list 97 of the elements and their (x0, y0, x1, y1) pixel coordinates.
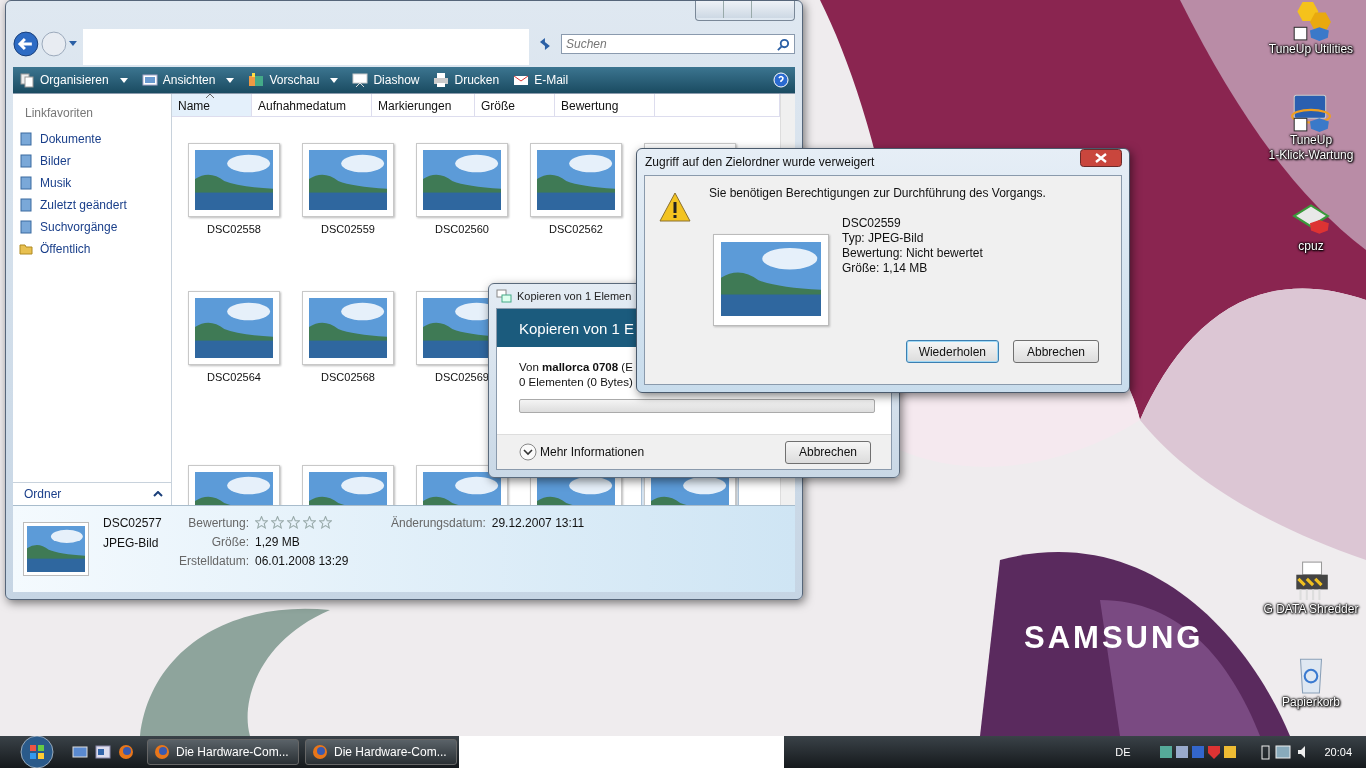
file-name: DSC02558 (207, 223, 261, 235)
document-icon (19, 154, 33, 168)
file-name: DSC02559 (321, 223, 375, 235)
desktop-shortcut[interactable]: cpuz (1258, 197, 1364, 254)
favorite-link[interactable]: Musik (13, 172, 171, 194)
file-item[interactable]: DSC02558 (185, 139, 283, 239)
file-name: DSC02568 (321, 371, 375, 383)
warning-icon (659, 192, 691, 222)
dialog-heading: Kopieren von 1 E (519, 319, 635, 337)
toolbar-button[interactable]: Diashow (352, 72, 420, 88)
file-item[interactable]: DSC02559 (299, 139, 397, 239)
preview-icon (248, 72, 265, 88)
file-item[interactable]: DSC02562 (527, 139, 625, 239)
column-header[interactable]: Größe (475, 94, 555, 116)
cancel-button[interactable]: Abbrechen (785, 440, 871, 464)
globe-icon[interactable] (118, 744, 134, 760)
caret-icon (119, 77, 128, 83)
search-icon (777, 38, 790, 51)
source-text: Von mallorca 0708 (E (519, 361, 634, 373)
photo-thumbnail (23, 522, 89, 576)
field-label: Änderungsdatum: (391, 516, 486, 530)
toolbar-button[interactable]: Organisieren (19, 72, 128, 88)
close-button[interactable] (1080, 149, 1122, 167)
file-name: DSC02562 (549, 223, 603, 235)
field-label: Bewertung: (187, 516, 249, 530)
file-property: Bewertung: Nicht bewertet (842, 246, 983, 261)
favorite-link[interactable]: Suchvorgänge (13, 216, 171, 238)
language-indicator[interactable]: DE (1115, 746, 1131, 758)
caret-icon (226, 77, 235, 83)
column-header[interactable]: Bewertung (555, 94, 655, 116)
pages-icon (19, 72, 35, 88)
document-icon (19, 198, 33, 212)
start-button[interactable] (20, 735, 54, 768)
file-name: DSC02564 (207, 371, 261, 383)
shortcut-label: TuneUp Utilities (1267, 42, 1355, 57)
field-value: 1,29 MB (255, 535, 301, 549)
desktop-shortcut[interactable]: G DATA Shredder (1258, 560, 1364, 617)
field-label: Erstelldatum: (177, 554, 249, 568)
document-icon (19, 132, 33, 146)
column-header[interactable]: Markierungen (372, 94, 475, 116)
clock: 20:04 (1324, 746, 1352, 758)
taskbar-button[interactable]: Die Hardware-Com... (305, 739, 457, 765)
column-header[interactable]: Name (172, 94, 252, 116)
favorite-link[interactable]: Zuletzt geändert (13, 194, 171, 216)
projector-icon (352, 72, 369, 88)
shortcut-label: G DATA Shredder (1261, 602, 1361, 617)
field-value: 06.01.2008 13:29 (255, 554, 350, 568)
more-info-toggle[interactable]: Mehr Informationen (519, 443, 645, 461)
chevron-up-icon (153, 491, 163, 497)
copy-icon (496, 288, 512, 304)
file-item[interactable]: DSC02564 (185, 287, 283, 387)
file-property: Typ: JPEG-Bild (842, 231, 925, 246)
file-property: DSC02559 (842, 216, 902, 231)
globe-icon (154, 744, 170, 760)
file-item[interactable]: DSC02568 (299, 287, 397, 387)
field-value: 29.12.2007 13:11 (491, 516, 585, 530)
help-icon[interactable] (773, 72, 789, 88)
chevron-down-icon (519, 443, 537, 461)
search-field[interactable]: Suchen (561, 34, 795, 54)
caret-icon[interactable] (68, 41, 77, 47)
item-count: 0 Elementen (0 Bytes) (519, 376, 634, 388)
favorite-link[interactable]: Dokumente (13, 128, 171, 150)
toolbar-button[interactable]: Drucken (433, 72, 500, 88)
error-message: Sie benötigen Berechtigungen zur Durchführung des Vorgangs. (709, 186, 1046, 200)
desktop-icon[interactable] (72, 744, 88, 760)
favorite-link[interactable]: Bilder (13, 150, 171, 172)
document-icon (19, 176, 33, 190)
windows-icon[interactable] (95, 744, 111, 760)
toolbar-button[interactable]: E-Mail (513, 72, 569, 88)
taskbar-button[interactable]: Die Hardware-Com... (147, 739, 299, 765)
window-icon (141, 72, 158, 88)
desktop-shortcut[interactable]: Papierkorb (1258, 653, 1364, 710)
toolbar-button[interactable]: Ansichten (141, 72, 235, 88)
file-name: DSC02569 (435, 371, 489, 383)
dialog-title: Kopieren von 1 Elemen (517, 290, 632, 302)
dialog-title: Zugriff auf den Zielordner wurde verweigert (645, 155, 875, 169)
caret-icon (330, 77, 339, 83)
dialog-button[interactable]: Wiederholen (905, 340, 999, 363)
shortcut-label: cpuz (1297, 239, 1325, 254)
document-icon (19, 220, 33, 234)
file-item[interactable]: DSC02560 (413, 139, 511, 239)
file-property: Größe: 1,14 MB (842, 261, 929, 276)
wallpaper-logo: SAMSUNG (1024, 620, 1204, 656)
globe-icon (312, 744, 328, 760)
toolbar-button[interactable]: Vorschau (248, 72, 339, 88)
file-type: JPEG-Bild (103, 536, 160, 550)
back-button[interactable] (13, 31, 39, 57)
file-name: DSC02577 (103, 516, 163, 530)
file-name: DSC02560 (435, 223, 489, 235)
column-header[interactable]: Aufnahmedatum (252, 94, 372, 116)
section-heading: Linkfavoriten (24, 105, 95, 122)
shortcut-label: Papierkorb (1280, 695, 1343, 710)
field-label: Größe: (210, 535, 249, 549)
printer-icon (433, 72, 450, 88)
dialog-button[interactable]: Abbrechen (1013, 340, 1099, 363)
favorite-link[interactable]: Öffentlich (13, 238, 171, 260)
folder-icon (19, 242, 33, 256)
